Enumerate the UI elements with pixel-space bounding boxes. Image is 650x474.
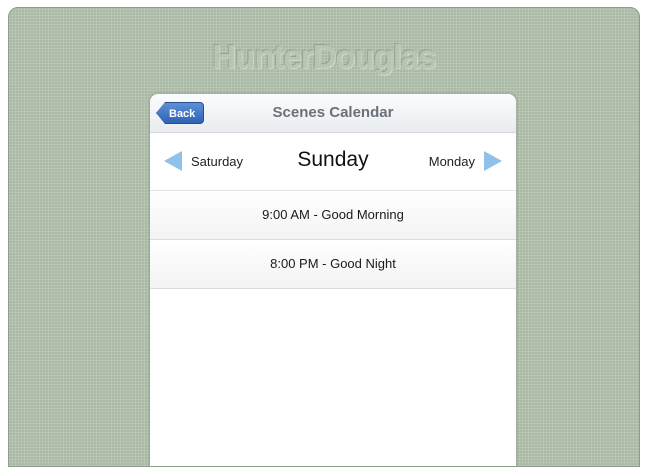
scene-list: 9:00 AM - Good Morning 8:00 PM - Good Ni…	[150, 191, 516, 289]
page-title: Scenes Calendar	[272, 104, 394, 121]
scenes-calendar-panel: Back Scenes Calendar Saturday Sunday Mon…	[150, 94, 516, 466]
right-arrow-icon	[484, 151, 502, 171]
app-window: HunterDouglas Back Scenes Calendar Satur…	[8, 7, 640, 467]
next-day-button[interactable]: Monday	[429, 150, 502, 172]
navigation-bar: Back Scenes Calendar	[150, 94, 516, 133]
scene-item-good-night[interactable]: 8:00 PM - Good Night	[150, 240, 516, 289]
next-day-label: Monday	[428, 153, 475, 169]
day-navigator: Saturday Sunday Monday	[150, 133, 516, 191]
brand-logo: HunterDouglas	[212, 38, 437, 75]
scene-item-good-morning[interactable]: 9:00 AM - Good Morning	[150, 191, 516, 240]
